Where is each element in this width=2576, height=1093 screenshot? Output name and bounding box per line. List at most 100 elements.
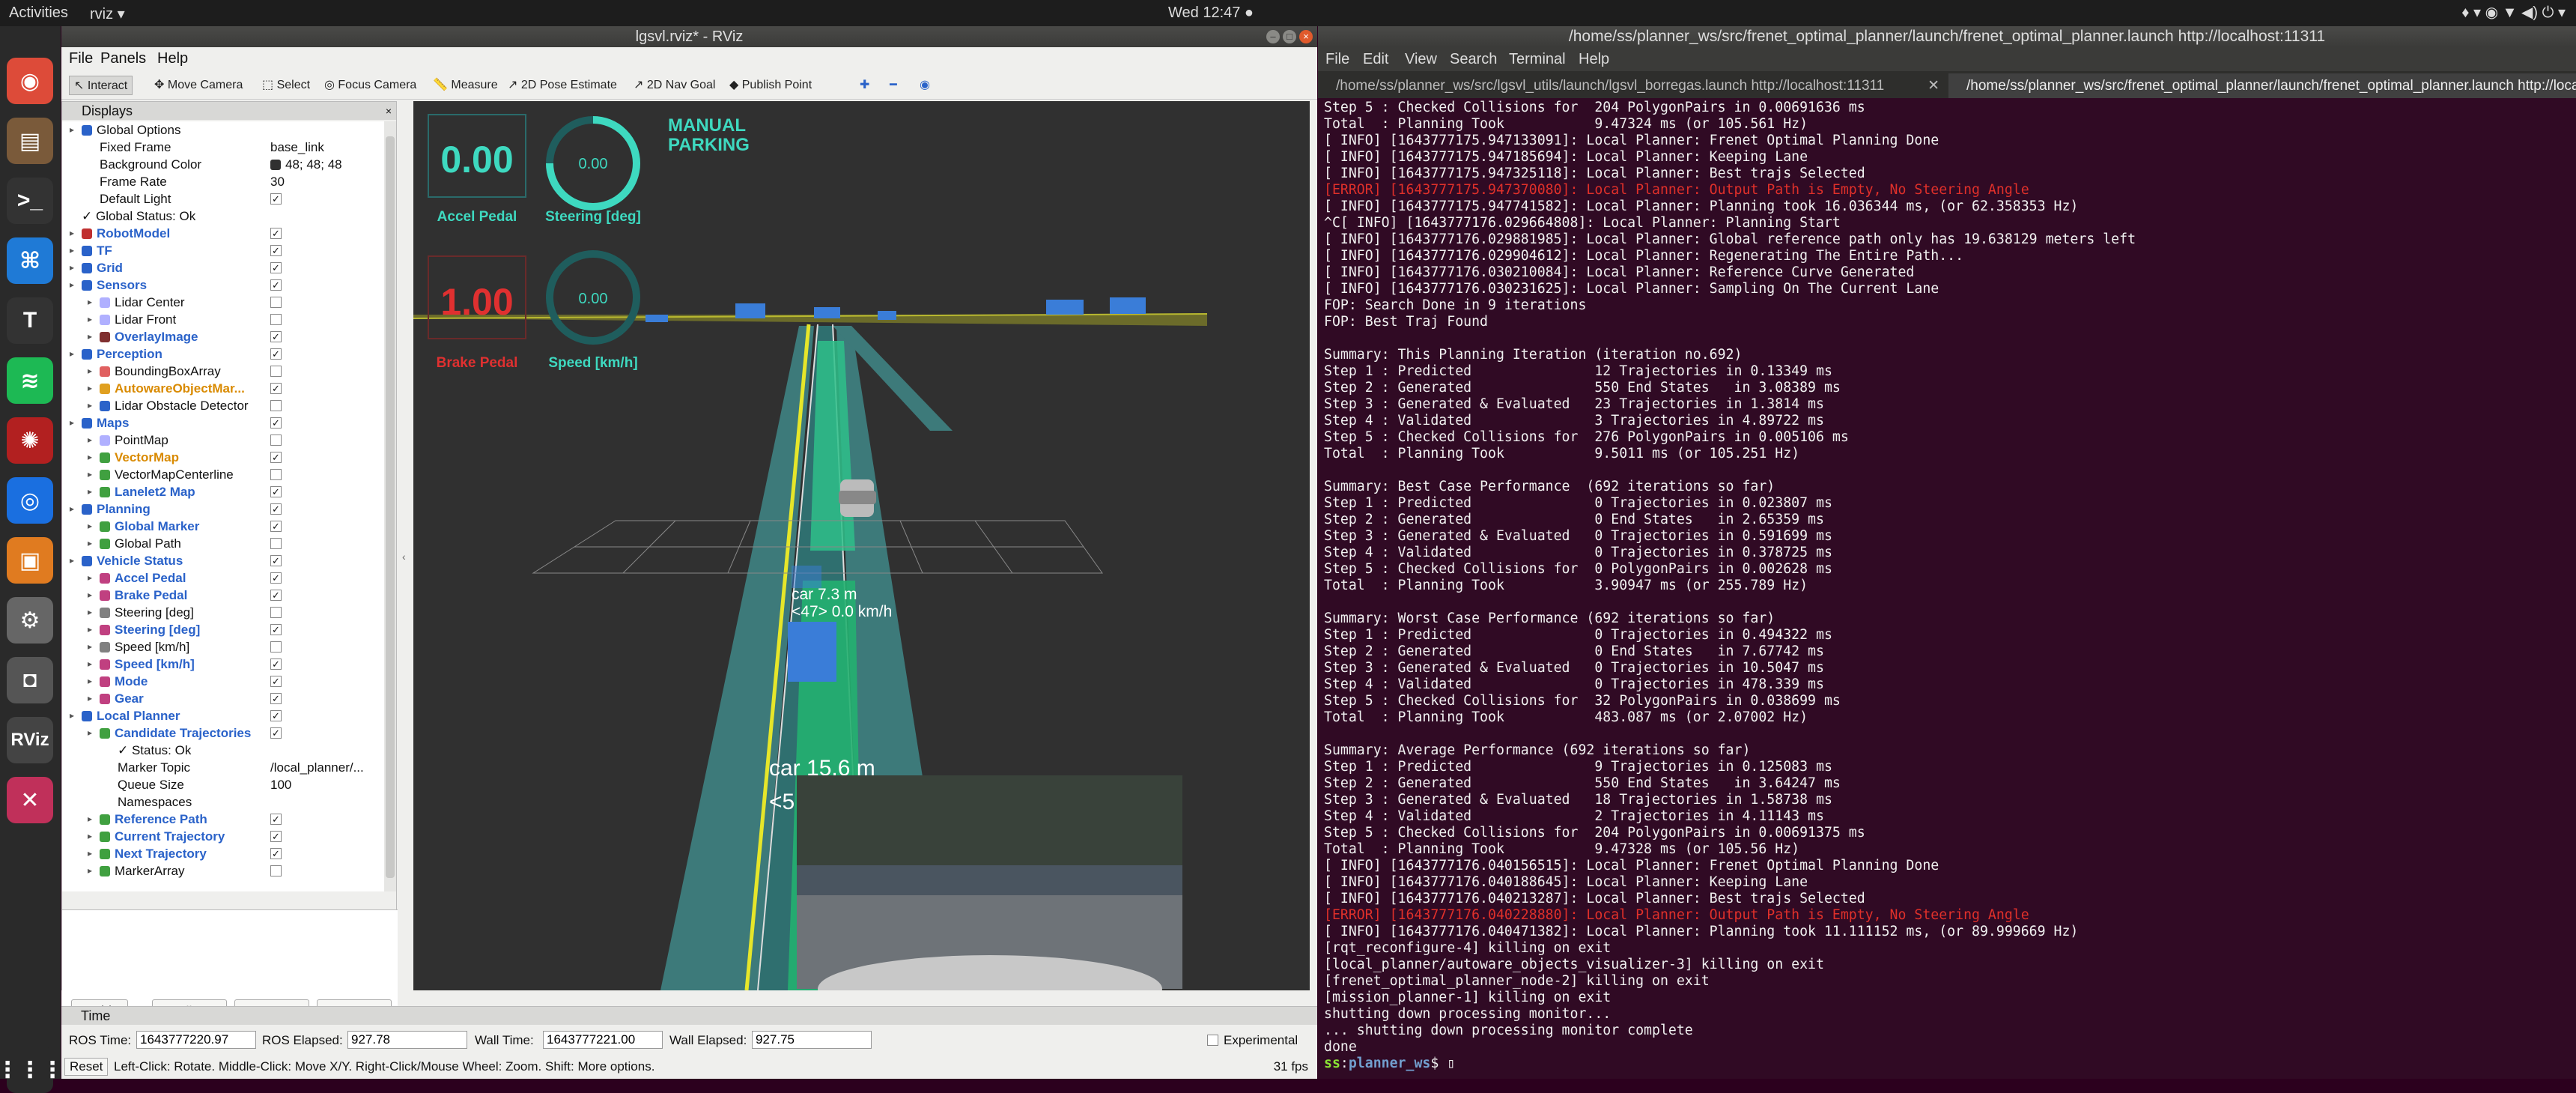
reset-button[interactable]: Reset [64,1058,109,1076]
display-tree-row[interactable]: Frame Rate 30 [62,173,384,190]
display-tree-row[interactable]: ▸ Lidar Obstacle Detector [62,397,384,414]
display-tree-row[interactable]: ▸ TF ✓ [62,242,384,259]
vscode-icon[interactable]: ⌘ [7,237,53,284]
display-checkbox[interactable]: ✓ [270,848,282,859]
menu-file[interactable]: File [69,50,93,67]
display-tree-row[interactable]: ▸ MarkerArray [62,862,384,879]
terminal-menu-terminal[interactable]: Terminal [1509,51,1566,68]
scene-svg[interactable]: 0.00 Accel Pedal 1.00 Brake Pedal 0.00 S… [413,101,1310,990]
expand-arrow-icon[interactable]: ▸ [70,276,74,294]
mendeley-icon[interactable]: ✺ [7,417,53,464]
display-tree-row[interactable]: ▸ Lidar Front [62,311,384,328]
property-value[interactable]: 30 [270,173,285,190]
display-tree-row[interactable]: ▸ VectorMapCenterline [62,466,384,483]
display-checkbox[interactable]: ✓ [270,245,282,256]
obstacle-box-2[interactable] [792,566,821,588]
display-tree-row[interactable]: ▸ Local Planner ✓ [62,707,384,724]
ros-elapsed-field[interactable] [347,1031,467,1049]
property-value[interactable]: 100 [270,776,291,793]
tree-scrollbar[interactable] [384,121,396,891]
expand-arrow-icon[interactable]: ▸ [88,604,92,621]
expand-arrow-icon[interactable]: ▸ [88,483,92,500]
display-tree-row[interactable]: Marker Topic/local_planner/... [62,759,384,776]
terminal-menu-view[interactable]: View [1405,51,1437,68]
rviz-icon[interactable]: RViz [7,717,53,763]
display-checkbox[interactable]: ✓ [270,590,282,601]
expand-arrow-icon[interactable]: ▸ [88,638,92,656]
expand-arrow-icon[interactable]: ▸ [88,862,92,879]
display-tree-row[interactable]: ▸ OverlayImage ✓ [62,328,384,345]
camera-icon[interactable]: ◘ [7,657,53,703]
display-tree-row[interactable]: ▸ BoundingBoxArray [62,363,384,380]
spotify-icon[interactable]: ≋ [7,357,53,404]
scrollbar-thumb[interactable] [386,136,395,878]
apps-grid-icon[interactable]: ⋮⋮⋮ [0,1047,64,1093]
display-checkbox[interactable] [270,641,282,653]
display-checkbox[interactable]: ✓ [270,452,282,463]
display-checkbox[interactable]: ✓ [270,658,282,670]
display-checkbox[interactable] [270,435,282,446]
wall-time-field[interactable] [543,1031,663,1049]
expand-arrow-icon[interactable]: ▸ [70,500,74,518]
display-checkbox[interactable] [270,538,282,549]
expand-arrow-icon[interactable]: ▸ [88,397,92,414]
display-tree-row[interactable]: Queue Size 100 [62,776,384,793]
expand-arrow-icon[interactable]: ▸ [88,466,92,483]
expand-arrow-icon[interactable]: ▸ [88,518,92,535]
display-tree-row[interactable]: ▸ Brake Pedal ✓ [62,587,384,604]
expand-arrow-icon[interactable]: ▸ [88,311,92,328]
view-icon[interactable]: ◉ [915,76,935,95]
display-checkbox[interactable] [270,400,282,411]
expand-arrow-icon[interactable]: ▸ [88,845,92,862]
display-tree-row[interactable]: ▸ Lidar Center [62,294,384,311]
display-checkbox[interactable] [270,314,282,325]
expand-arrow-icon[interactable]: ▸ [88,363,92,380]
display-tree-row[interactable]: ▸ Grid ✓ [62,259,384,276]
display-checkbox[interactable]: ✓ [270,383,282,394]
display-tree-row[interactable]: ▸ Mode ✓ [62,673,384,690]
expand-arrow-icon[interactable]: ▸ [88,587,92,604]
display-tree-row[interactable]: ▸ Steering [deg] [62,604,384,621]
expand-arrow-icon[interactable]: ▸ [88,811,92,828]
display-tree-row[interactable]: ▸ Accel Pedal ✓ [62,569,384,587]
expand-arrow-icon[interactable]: ▸ [88,656,92,673]
display-checkbox[interactable]: ✓ [270,228,282,239]
display-tree-row[interactable]: ▸ Perception ✓ [62,345,384,363]
close-icon[interactable]: × [1299,30,1313,43]
display-tree-row[interactable]: ✓ Status: Ok [62,742,384,759]
experimental-checkbox[interactable] [1207,1035,1218,1046]
tool-2d-pose-estimate[interactable]: ↗ 2D Pose Estimate [503,76,622,95]
expand-arrow-icon[interactable]: ▸ [88,535,92,552]
snapcraft-icon[interactable]: ✕ [7,777,53,823]
expand-arrow-icon[interactable]: ▸ [88,328,92,345]
display-checkbox[interactable]: ✓ [270,624,282,635]
menu-help[interactable]: Help [157,50,188,67]
display-checkbox[interactable]: ✓ [270,262,282,273]
expand-arrow-icon[interactable]: ▸ [70,225,74,242]
expand-arrow-icon[interactable]: ▸ [88,621,92,638]
display-checkbox[interactable] [270,366,282,377]
terminal-menu-file[interactable]: File [1325,51,1349,68]
display-tree-row[interactable]: ▸ RobotModel ✓ [62,225,384,242]
display-tree-row[interactable]: ▸ Current Trajectory ✓ [62,828,384,845]
menu-panels[interactable]: Panels [100,50,146,67]
display-checkbox[interactable]: ✓ [270,279,282,291]
chrome-icon[interactable]: ◉ [7,58,53,104]
display-tree-row[interactable]: ▸ Sensors ✓ [62,276,384,294]
display-checkbox[interactable]: ✓ [270,503,282,515]
display-tree-row[interactable]: ▸ Reference Path ✓ [62,811,384,828]
expand-arrow-icon[interactable]: ▸ [88,294,92,311]
terminal-menu-help[interactable]: Help [1579,51,1609,68]
typora-icon[interactable]: T [7,297,53,344]
display-tree-row[interactable]: ▸ Vehicle Status ✓ [62,552,384,569]
display-tree-row[interactable]: ▸ AutowareObjectMar... ✓ [62,380,384,397]
display-checkbox[interactable]: ✓ [270,572,282,584]
panel-close-icon[interactable]: × [386,102,392,120]
terminal-prompt[interactable]: ss:planner_ws$ ▯ [1324,1056,2573,1072]
display-tree-row[interactable]: Fixed Frame base_link [62,139,384,156]
expand-arrow-icon[interactable]: ▸ [88,432,92,449]
display-checkbox[interactable]: ✓ [270,348,282,360]
photo-icon[interactable]: ▣ [7,537,53,584]
app-menu[interactable]: rviz ▾ [90,4,125,23]
terminal-tab-2[interactable]: /home/ss/planner_ws/src/frenet_optimal_p… [1948,73,2576,98]
